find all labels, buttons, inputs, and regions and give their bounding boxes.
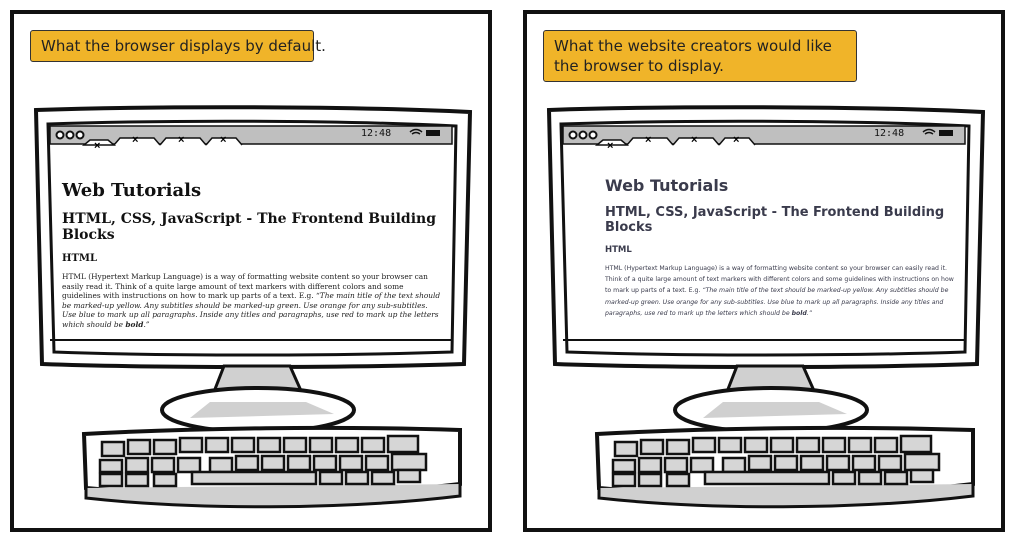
- paragraph-italic-end: .”: [806, 309, 813, 317]
- window-button-1: [55, 130, 65, 140]
- tab-close-icon[interactable]: ×: [691, 134, 697, 146]
- paragraph-bold: bold: [791, 309, 807, 317]
- window-button-3: [75, 130, 85, 140]
- window-button-3: [588, 130, 598, 140]
- tab-close-icon[interactable]: ×: [220, 134, 226, 146]
- page-title: Web Tutorials: [62, 180, 202, 201]
- browser-viewport-default: Web Tutorials HTML, CSS, JavaScript - Th…: [50, 164, 450, 336]
- tab-close-icon[interactable]: ×: [733, 134, 739, 146]
- clock-text: 12:48: [874, 128, 905, 139]
- window-button-1: [568, 130, 578, 140]
- tab-close-icon[interactable]: ×: [607, 140, 613, 152]
- paragraph: HTML (Hypertext Markup Language) is a wa…: [62, 272, 442, 330]
- panel-browser-styled: What the website creators would like the…: [523, 10, 1005, 532]
- tab-close-icon[interactable]: ×: [645, 134, 651, 146]
- caption-styled: What the website creators would like the…: [543, 30, 857, 82]
- tab-close-icon[interactable]: ×: [94, 140, 100, 152]
- browser-viewport-styled: Web Tutorials HTML, CSS, JavaScript - Th…: [579, 164, 959, 336]
- paragraph-italic-end: .”: [143, 319, 150, 329]
- clock-text: 12:48: [361, 128, 392, 139]
- tab-close-icon[interactable]: ×: [178, 134, 184, 146]
- paragraph: HTML (Hypertext Markup Language) is a wa…: [605, 263, 955, 319]
- section-heading: HTML: [605, 245, 632, 255]
- panel-browser-default: What the browser displays by default. 12…: [10, 10, 492, 532]
- section-heading: HTML: [62, 253, 97, 264]
- window-button-2: [578, 130, 588, 140]
- tab-close-icon[interactable]: ×: [132, 134, 138, 146]
- caption-default: What the browser displays by default.: [30, 30, 326, 62]
- page-subtitle: HTML, CSS, JavaScript - The Frontend Bui…: [605, 205, 945, 235]
- window-button-2: [65, 130, 75, 140]
- page-title: Web Tutorials: [605, 176, 729, 195]
- paragraph-bold: bold: [125, 319, 144, 329]
- page-subtitle: HTML, CSS, JavaScript - The Frontend Bui…: [62, 211, 436, 243]
